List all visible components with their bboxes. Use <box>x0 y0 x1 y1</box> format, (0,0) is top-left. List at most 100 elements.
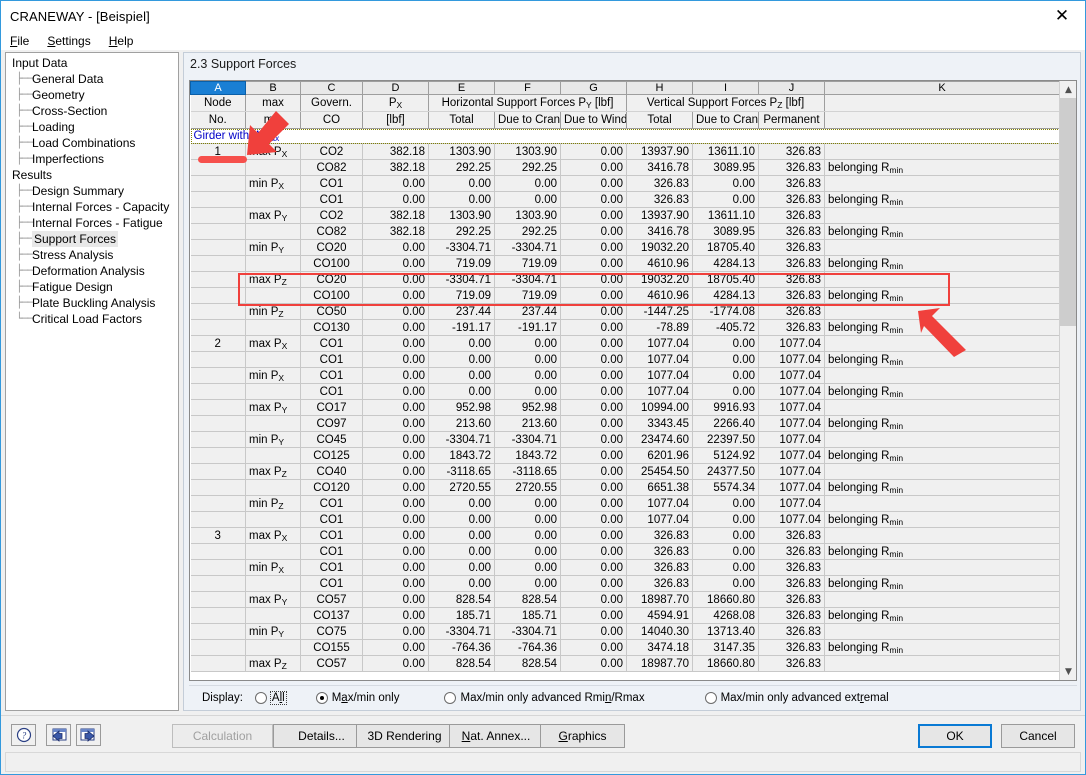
group-header-label[interactable]: Girder with Wmax <box>190 128 1060 144</box>
table-row[interactable]: max PY CO57 0.00 828.54 828.54 0.00 18987.70 18… <box>190 591 1060 608</box>
table-row[interactable]: max PZ CO40 0.00 -3118.65 -3118.65 0.00 25454.… <box>190 463 1060 480</box>
table-row[interactable]: CO1 0.00 0.00 0.00 0.00 1077.04 0.00 1077.04 bel… <box>190 351 1060 368</box>
table-row[interactable]: min PZ CO1 0.00 0.00 0.00 0.00 1077.04 0.00 1077… <box>190 495 1060 512</box>
table-row[interactable]: min PY CO20 0.00 -3304.71 -3304.71 0.00 19032.… <box>190 239 1060 256</box>
cell-note: belonging Rmin <box>824 351 1060 368</box>
table-row[interactable]: CO137 0.00 185.71 185.71 0.00 4594.91 4268.08 3… <box>190 607 1060 624</box>
sidebar-item-support-forces[interactable]: ├──Support Forces <box>6 231 178 247</box>
table-row[interactable]: min PY CO75 0.00 -3304.71 -3304.71 0.00 14040.… <box>190 623 1060 640</box>
column-header-F[interactable]: F <box>494 81 561 95</box>
calculation-button[interactable]: Calculation <box>172 724 273 748</box>
radio-all[interactable]: All <box>254 690 287 705</box>
column-header-B[interactable]: B <box>245 81 301 95</box>
table-row[interactable]: CO155 0.00 -764.36 -764.36 0.00 3474.18 3147.3… <box>190 639 1060 656</box>
column-header-H[interactable]: H <box>626 81 693 95</box>
table-row[interactable]: min PZ CO50 0.00 237.44 237.44 0.00 -1447.25 -1… <box>190 303 1060 320</box>
cell-pz-crane: 0.00 <box>692 175 759 192</box>
table-row[interactable]: 3 max PX CO1 0.00 0.00 0.00 0.00 326.83 0.00 326.… <box>190 527 1060 544</box>
cell-px: 382.18 <box>362 143 429 160</box>
cell-py-crane: 185.71 <box>494 607 561 624</box>
cell-py-total: 0.00 <box>428 559 495 576</box>
table-row[interactable]: min PY CO45 0.00 -3304.71 -3304.71 0.00 23474.… <box>190 431 1060 448</box>
table-row[interactable]: max PY CO2 382.18 1303.90 1303.90 0.00 13937.9… <box>190 207 1060 224</box>
table-row[interactable]: CO97 0.00 213.60 213.60 0.00 3343.45 2266.40 10… <box>190 415 1060 432</box>
column-header-E[interactable]: E <box>428 81 495 95</box>
cell-pz-total: 25454.50 <box>626 463 693 480</box>
sidebar-item-plate-buckling-analysis[interactable]: ├──Plate Buckling Analysis <box>6 295 178 311</box>
sidebar-item-results[interactable]: Results <box>6 167 178 183</box>
table-row[interactable]: CO100 0.00 719.09 719.09 0.00 4610.96 4284.13 3… <box>190 287 1060 304</box>
sidebar-item-internal-forces-capacity[interactable]: ├──Internal Forces - Capacity <box>6 199 178 215</box>
column-header-C[interactable]: C <box>300 81 363 95</box>
cell-px: 0.00 <box>362 399 429 416</box>
sidebar-item-cross-section[interactable]: ├──Cross-Section <box>6 103 178 119</box>
table-row[interactable]: min PX CO1 0.00 0.00 0.00 0.00 1077.04 0.00 1077… <box>190 367 1060 384</box>
table-row[interactable]: CO130 0.00 -191.17 -191.17 0.00 -78.89 -405.72… <box>190 319 1060 336</box>
column-header-J[interactable]: J <box>758 81 825 95</box>
table-row[interactable]: CO82 382.18 292.25 292.25 0.00 3416.78 3089.95… <box>190 223 1060 240</box>
graphics-button[interactable]: Graphics <box>540 724 625 748</box>
cell-pz-permanent: 326.83 <box>758 591 825 608</box>
cancel-button[interactable]: Cancel <box>1001 724 1075 748</box>
column-header-A[interactable]: A <box>190 81 246 95</box>
table-row[interactable]: max PZ CO20 0.00 -3304.71 -3304.71 0.00 19032.… <box>190 271 1060 288</box>
menu-help[interactable]: Help <box>109 33 143 49</box>
cell-py-total: 828.54 <box>428 655 495 672</box>
table-row[interactable]: CO1 0.00 0.00 0.00 0.00 326.83 0.00 326.83 belon… <box>190 543 1060 560</box>
cell-pz-permanent: 326.83 <box>758 271 825 288</box>
radio-max-min-only[interactable]: Max/min only <box>315 691 399 704</box>
table-row[interactable]: 2 max PX CO1 0.00 0.00 0.00 0.00 1077.04 0.00 107… <box>190 335 1060 352</box>
sidebar-item-input-data[interactable]: Input Data <box>6 55 178 71</box>
sidebar-item-internal-forces-fatigue[interactable]: ├──Internal Forces - Fatigue <box>6 215 178 231</box>
support-forces-grid[interactable]: A B C D E F G H I J K Node max Govern. PX Horizontal Su… <box>189 80 1077 681</box>
table-row[interactable]: CO1 0.00 0.00 0.00 0.00 1077.04 0.00 1077.04 bel… <box>190 383 1060 400</box>
cell-py-total: -3304.71 <box>428 623 495 640</box>
sidebar-item-stress-analysis[interactable]: ├──Stress Analysis <box>6 247 178 263</box>
sidebar-item-general-data[interactable]: ├──General Data <box>6 71 178 87</box>
column-header-G[interactable]: G <box>560 81 627 95</box>
close-icon[interactable]: ✕ <box>1039 1 1085 31</box>
cell-py-total: 0.00 <box>428 191 495 208</box>
menu-file[interactable]: File <box>10 33 38 49</box>
table-row[interactable]: CO1 0.00 0.00 0.00 0.00 326.83 0.00 326.83 belon… <box>190 575 1060 592</box>
ok-button[interactable]: OK <box>918 724 992 748</box>
scroll-down-icon[interactable]: ▼ <box>1060 663 1076 680</box>
sidebar-item-label: Geometry <box>32 88 85 102</box>
table-row[interactable]: CO1 0.00 0.00 0.00 0.00 326.83 0.00 326.83 belon… <box>190 191 1060 208</box>
sidebar-item-load-combinations[interactable]: ├──Load Combinations <box>6 135 178 151</box>
table-row[interactable]: CO120 0.00 2720.55 2720.55 0.00 6651.38 5574.3… <box>190 479 1060 496</box>
cell-py-crane: -191.17 <box>494 319 561 336</box>
3d-rendering-button[interactable]: 3D Rendering <box>356 724 453 748</box>
table-row[interactable]: min PX CO1 0.00 0.00 0.00 0.00 326.83 0.00 326.8… <box>190 175 1060 192</box>
radio-max-min-only-advanced-rmin-rmax[interactable]: Max/min only advanced Rmin/Rmax <box>444 691 645 704</box>
column-header-I[interactable]: I <box>692 81 759 95</box>
column-header-D[interactable]: D <box>362 81 429 95</box>
tree-branch-icon: └── <box>16 312 34 325</box>
table-row[interactable]: min PX CO1 0.00 0.00 0.00 0.00 326.83 0.00 326.8… <box>190 559 1060 576</box>
sidebar-item-critical-load-factors[interactable]: └──Critical Load Factors <box>6 311 178 327</box>
sidebar-item-deformation-analysis[interactable]: ├──Deformation Analysis <box>6 263 178 279</box>
navigation-tree[interactable]: Input Data ├──General Data ├──Geometry ├──C… <box>5 52 179 711</box>
table-row[interactable]: CO82 382.18 292.25 292.25 0.00 3416.78 3089.95… <box>190 159 1060 176</box>
grid-vertical-scrollbar[interactable]: ▲ ▼ <box>1059 81 1076 680</box>
table-row[interactable]: max PZ CO57 0.00 828.54 828.54 0.00 18987.70 18… <box>190 655 1060 672</box>
table-row[interactable]: CO125 0.00 1843.72 1843.72 0.00 6201.96 5124.9… <box>190 447 1060 464</box>
menu-settings[interactable]: Settings <box>47 33 99 49</box>
table-row[interactable]: 1 max PX CO2 382.18 1303.90 1303.90 0.00 13937.… <box>190 143 1060 160</box>
sidebar-item-geometry[interactable]: ├──Geometry <box>6 87 178 103</box>
scroll-up-icon[interactable]: ▲ <box>1060 81 1076 98</box>
sidebar-item-fatigue-design[interactable]: ├──Fatigue Design <box>6 279 178 295</box>
radio-max-min-only-advanced-extremal[interactable]: Max/min only advanced extremal <box>704 691 889 704</box>
sidebar-item-imperfections[interactable]: ├──Imperfections <box>6 151 178 167</box>
scrollbar-thumb[interactable] <box>1060 98 1076 326</box>
table-row[interactable]: CO1 0.00 0.00 0.00 0.00 1077.04 0.00 1077.04 bel… <box>190 511 1060 528</box>
next-arrow-icon[interactable] <box>76 724 101 746</box>
sidebar-item-loading[interactable]: ├──Loading <box>6 119 178 135</box>
table-row[interactable]: CO100 0.00 719.09 719.09 0.00 4610.96 4284.13 3… <box>190 255 1060 272</box>
help-icon[interactable]: ? <box>11 724 36 746</box>
sidebar-item-design-summary[interactable]: ├──Design Summary <box>6 183 178 199</box>
table-row[interactable]: max PY CO17 0.00 952.98 952.98 0.00 10994.00 99… <box>190 399 1060 416</box>
nat-annex-button[interactable]: Nat. Annex... <box>449 724 543 748</box>
previous-arrow-icon[interactable] <box>46 724 71 746</box>
column-header-K[interactable]: K <box>824 81 1060 95</box>
